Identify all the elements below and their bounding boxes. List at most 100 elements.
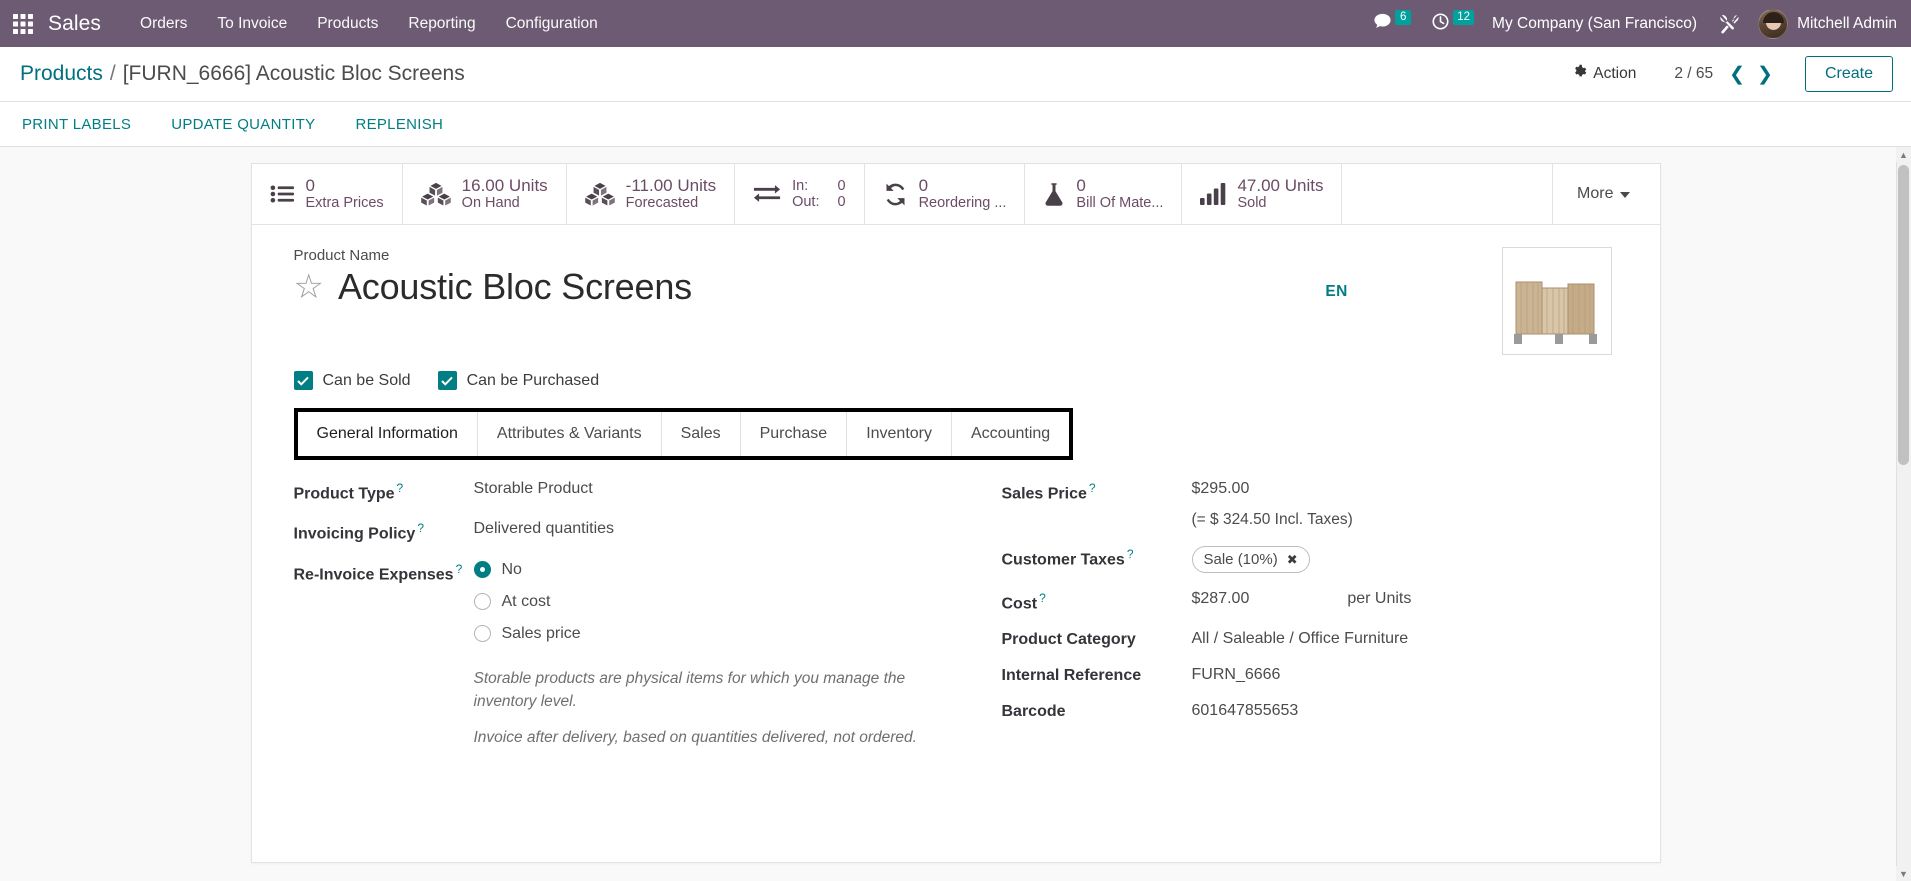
product-image[interactable] xyxy=(1501,247,1612,355)
stat-button-on-hand[interactable]: 16.00 Units On Hand xyxy=(403,164,567,224)
company-switcher[interactable]: My Company (San Francisco) xyxy=(1484,15,1707,33)
tab-general-information[interactable]: General Information xyxy=(297,412,478,456)
can-be-purchased-label[interactable]: Can be Purchased xyxy=(467,372,600,390)
activities-button[interactable]: 12 xyxy=(1421,0,1484,47)
stat-button-in-out[interactable]: In: 0 Out: 0 xyxy=(735,164,865,224)
gear-icon xyxy=(1572,64,1587,84)
stat-text: 0 Extra Prices xyxy=(306,176,384,213)
stat-label: On Hand xyxy=(461,195,520,212)
tabs-highlight-box: General Information Attributes & Variant… xyxy=(293,408,1074,460)
user-name: Mitchell Admin xyxy=(1797,14,1897,32)
can-be-purchased-checkbox[interactable] xyxy=(437,371,457,390)
app-brand-sales[interactable]: Sales xyxy=(48,12,101,36)
product-name-block: Product Name ☆ Acoustic Bloc Screens xyxy=(294,247,1172,355)
chevron-left-icon[interactable]: ❮ xyxy=(1723,65,1751,84)
replenish-button[interactable]: REPLENISH xyxy=(355,110,461,139)
barcode-value[interactable]: 601647855653 xyxy=(1192,702,1630,720)
can-be-sold-label[interactable]: Can be Sold xyxy=(323,372,411,390)
menu-item-products[interactable]: Products xyxy=(302,9,393,39)
messages-button[interactable]: 6 xyxy=(1363,0,1421,47)
general-information-panel: Product Type? Storable Product Invoicing… xyxy=(252,460,1660,766)
user-menu[interactable]: Mitchell Admin xyxy=(1752,8,1897,39)
stat-button-forecasted[interactable]: -11.00 Units Forecasted xyxy=(567,164,736,224)
menu-item-to-invoice[interactable]: To Invoice xyxy=(202,9,302,39)
stat-value: 0 xyxy=(1076,175,1086,195)
vertical-scrollbar[interactable]: ▲ ▼ xyxy=(1896,147,1911,881)
internal-reference-value[interactable]: FURN_6666 xyxy=(1192,666,1630,684)
tab-purchase[interactable]: Purchase xyxy=(740,412,848,456)
messages-count-badge: 6 xyxy=(1395,9,1412,26)
tab-inventory[interactable]: Inventory xyxy=(847,412,952,456)
scrollbar-thumb[interactable] xyxy=(1898,165,1909,465)
stat-label: Reordering ... xyxy=(918,195,1007,212)
stat-label: Sold xyxy=(1237,195,1267,212)
product-category-value[interactable]: All / Saleable / Office Furniture xyxy=(1192,630,1630,648)
breadcrumb-products[interactable]: Products xyxy=(20,62,103,86)
customer-taxes-label: Customer Taxes? xyxy=(1002,546,1192,569)
sales-price-block: $295.00 (= $ 324.50 Incl. Taxes) xyxy=(1192,480,1630,529)
stat-button-bill-of-materials[interactable]: 0 Bill Of Mate... xyxy=(1025,164,1183,224)
menu-item-orders[interactable]: Orders xyxy=(125,9,202,39)
create-button[interactable]: Create xyxy=(1804,56,1893,92)
stat-text: 47.00 Units Sold xyxy=(1237,176,1323,213)
tab-accounting[interactable]: Accounting xyxy=(952,412,1070,456)
product-name-value[interactable]: Acoustic Bloc Screens xyxy=(338,266,692,308)
radio-option-sales-price[interactable]: Sales price xyxy=(473,625,962,643)
question-mark-icon[interactable]: ? xyxy=(1039,591,1046,605)
scroll-down-icon[interactable]: ▼ xyxy=(1896,866,1911,881)
star-outline-icon[interactable]: ☆ xyxy=(294,270,324,304)
menu-item-reporting[interactable]: Reporting xyxy=(393,9,490,39)
internal-reference-label: Internal Reference xyxy=(1001,667,1142,685)
product-type-label: Product Type? xyxy=(294,480,474,503)
question-mark-icon[interactable]: ? xyxy=(456,562,463,576)
action-menu-button[interactable]: Action xyxy=(1562,59,1646,89)
stat-value: 0 xyxy=(305,175,315,195)
pager: 2 / 65 ❮ ❯ xyxy=(1674,65,1779,84)
product-category-label: Product Category xyxy=(1001,631,1136,649)
apps-grid-icon[interactable] xyxy=(6,7,40,41)
radio-option-at-cost[interactable]: At cost xyxy=(473,593,962,611)
cost-value-block: $287.00 per Units xyxy=(1192,590,1630,608)
radio-button[interactable] xyxy=(473,625,491,643)
sales-price-value[interactable]: $295.00 xyxy=(1192,480,1630,498)
customer-taxes-value[interactable]: Sale (10%) ✖ xyxy=(1191,546,1630,573)
radio-button[interactable] xyxy=(473,593,491,611)
can-be-sold-checkbox[interactable] xyxy=(293,371,313,390)
update-quantity-button[interactable]: UPDATE QUANTITY xyxy=(171,110,333,139)
radio-button[interactable] xyxy=(473,561,491,579)
product-type-value[interactable]: Storable Product xyxy=(474,480,962,498)
stat-button-extra-prices[interactable]: 0 Extra Prices xyxy=(252,164,403,224)
stat-value: 47.00 Units xyxy=(1237,175,1324,195)
tax-tag[interactable]: Sale (10%) ✖ xyxy=(1191,546,1310,573)
stat-label: Forecasted xyxy=(625,195,699,212)
menu-item-configuration[interactable]: Configuration xyxy=(491,9,613,39)
question-mark-icon[interactable]: ? xyxy=(1089,481,1096,495)
invoicing-policy-label: Invoicing Policy? xyxy=(294,520,474,543)
language-badge[interactable]: EN xyxy=(1319,281,1353,303)
tools-icon[interactable] xyxy=(1707,13,1752,34)
invoicing-policy-value[interactable]: Delivered quantities xyxy=(474,520,962,538)
re-invoice-expenses-label: Re-Invoice Expenses? xyxy=(294,561,474,584)
field-re-invoice-expenses: Re-Invoice Expenses? No At cost Sales pr… xyxy=(294,561,962,750)
scroll-up-icon[interactable]: ▲ xyxy=(1896,147,1911,162)
chevron-right-icon[interactable]: ❯ xyxy=(1751,65,1779,84)
cost-uom: per Units xyxy=(1347,590,1412,607)
stat-button-reordering[interactable]: 0 Reordering ... xyxy=(865,164,1026,224)
cost-value[interactable]: $287.00 xyxy=(1192,590,1250,608)
tab-sales[interactable]: Sales xyxy=(661,412,741,456)
question-mark-icon[interactable]: ? xyxy=(397,481,404,495)
question-mark-icon[interactable]: ? xyxy=(1127,547,1134,561)
more-stat-buttons-dropdown[interactable]: More xyxy=(1552,164,1659,224)
flask-icon xyxy=(1043,182,1065,206)
tab-attributes-variants[interactable]: Attributes & Variants xyxy=(477,412,662,456)
question-mark-icon[interactable]: ? xyxy=(417,521,424,535)
field-customer-taxes: Customer Taxes? Sale (10%) ✖ xyxy=(1002,546,1630,573)
print-labels-button[interactable]: PRINT LABELS xyxy=(22,110,149,139)
out-label: Out: xyxy=(792,194,820,210)
barcode-label: Barcode xyxy=(1001,703,1066,721)
radio-option-no[interactable]: No xyxy=(473,561,962,579)
label-text: Customer Taxes xyxy=(1001,551,1125,569)
stat-button-sold[interactable]: 47.00 Units Sold xyxy=(1182,164,1343,224)
remove-tag-icon[interactable]: ✖ xyxy=(1287,552,1298,568)
refresh-icon xyxy=(883,183,908,206)
